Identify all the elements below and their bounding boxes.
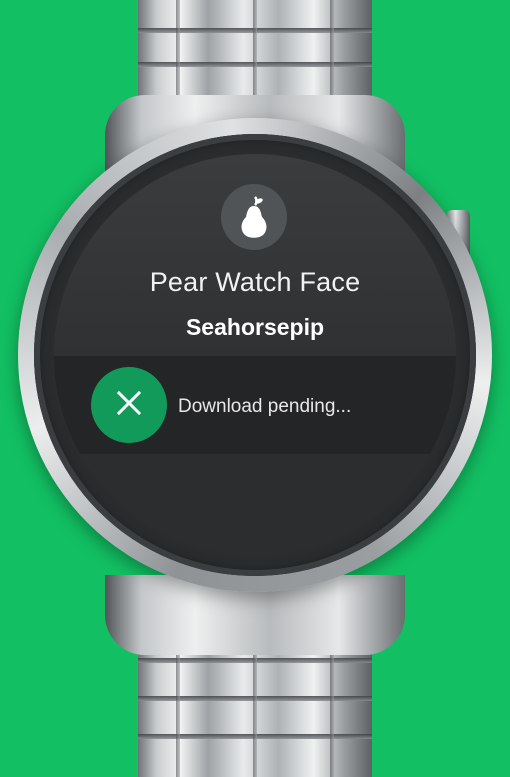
cancel-download-button[interactable] [91, 367, 167, 443]
close-icon [116, 390, 142, 421]
app-title: Pear Watch Face [149, 267, 361, 297]
pear-icon [221, 184, 287, 250]
download-status-text: Download pending... [178, 396, 352, 417]
developer-name: Seahorsepip [185, 314, 325, 340]
watch-screen: Pear Watch Face Seahorsepip Download pen… [54, 154, 456, 556]
screen-lower-area [54, 454, 456, 556]
